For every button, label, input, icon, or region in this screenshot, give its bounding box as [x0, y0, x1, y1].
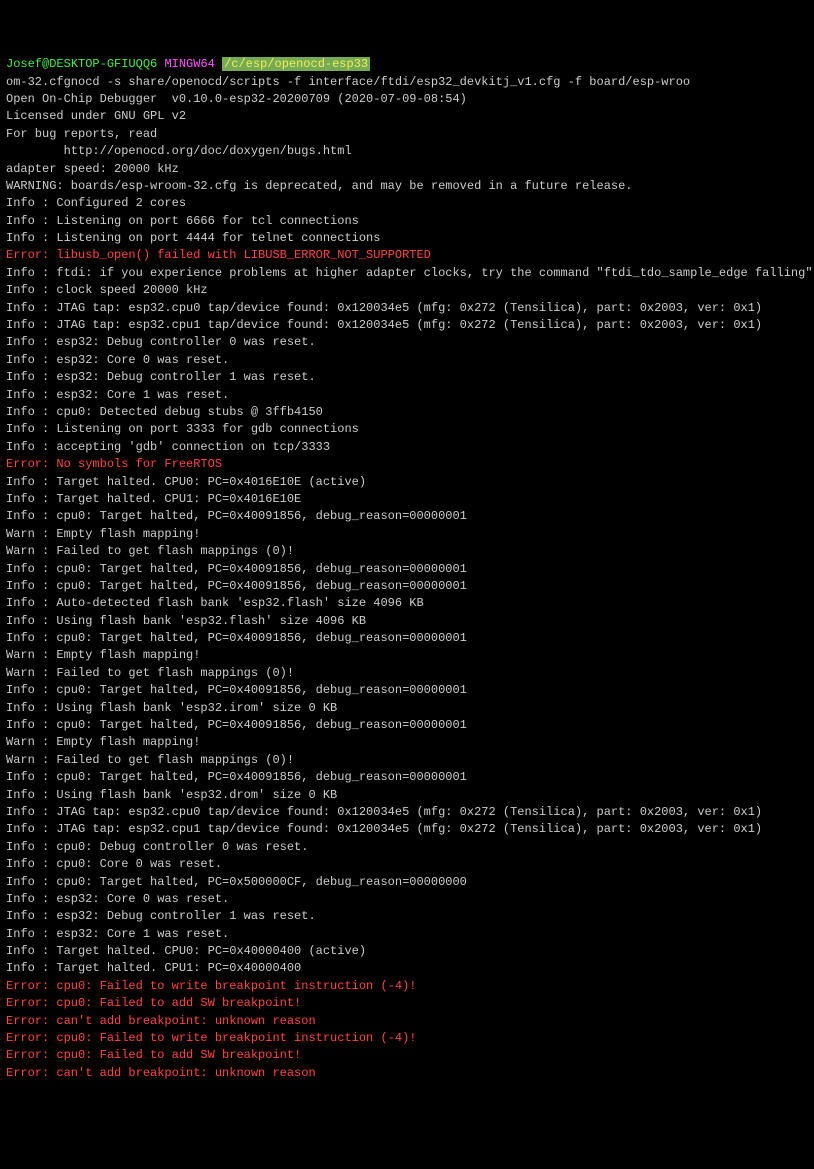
log-line: Info : cpu0: Target halted, PC=0x4009185…: [6, 717, 808, 734]
log-line: Info : Using flash bank 'esp32.drom' siz…: [6, 787, 808, 804]
header-line: Licensed under GNU GPL v2: [6, 108, 808, 125]
log-line: Info : JTAG tap: esp32.cpu0 tap/device f…: [6, 804, 808, 821]
log-prefix: Error: cpu0: Failed to add SW breakpoint…: [6, 1048, 301, 1062]
log-line: Info : JTAG tap: esp32.cpu1 tap/device f…: [6, 317, 808, 334]
log-line: Info : cpu0: Target halted, PC=0x500000C…: [6, 874, 808, 891]
log-prefix: Error: can't add breakpoint: unknown rea…: [6, 1066, 316, 1080]
log-line: Info : esp32: Core 0 was reset.: [6, 891, 808, 908]
log-line: Info : Configured 2 cores: [6, 195, 808, 212]
log-line: Warn : Empty flash mapping!: [6, 526, 808, 543]
log-prefix: Error: cpu0: Failed to write breakpoint …: [6, 1031, 416, 1045]
log-line: Info : Listening on port 4444 for telnet…: [6, 230, 808, 247]
prompt-path: /c/esp/openocd-esp33: [222, 57, 370, 71]
log-line: Info : Target halted. CPU0: PC=0x4016E10…: [6, 474, 808, 491]
header-line: Open On-Chip Debugger v0.10.0-esp32-2020…: [6, 91, 808, 108]
log-line: Info : JTAG tap: esp32.cpu0 tap/device f…: [6, 300, 808, 317]
log-line: Info : esp32: Core 1 was reset.: [6, 387, 808, 404]
log-line: Warn : Failed to get flash mappings (0)!: [6, 752, 808, 769]
log-line: Info : clock speed 20000 kHz: [6, 282, 808, 299]
header-line: For bug reports, read: [6, 126, 808, 143]
log-line: Info : Listening on port 6666 for tcl co…: [6, 213, 808, 230]
log-line: Info : Auto-detected flash bank 'esp32.f…: [6, 595, 808, 612]
log-line: Warn : Failed to get flash mappings (0)!: [6, 543, 808, 560]
prompt-line: Josef@DESKTOP-GFIUQQ6 MINGW64 /c/esp/ope…: [6, 56, 808, 73]
log-error-line: Error: cpu0: Failed to write breakpoint …: [6, 978, 808, 995]
command-line: om-32.cfgnocd -s share/openocd/scripts -…: [6, 74, 808, 91]
log-line: Warn : Empty flash mapping!: [6, 647, 808, 664]
log-line: Info : Target halted. CPU0: PC=0x4000040…: [6, 943, 808, 960]
log-line: Info : JTAG tap: esp32.cpu1 tap/device f…: [6, 821, 808, 838]
header-line: http://openocd.org/doc/doxygen/bugs.html: [6, 143, 808, 160]
log-prefix: Error: cpu0: Failed to add SW breakpoint…: [6, 996, 301, 1010]
log-error-line: Error: No symbols for FreeRTOS: [6, 456, 808, 473]
warning-line: WARNING: boards/esp-wroom-32.cfg is depr…: [6, 178, 808, 195]
log-error-line: Error: can't add breakpoint: unknown rea…: [6, 1065, 808, 1082]
log-line: Info : ftdi: if you experience problems …: [6, 265, 808, 282]
log-line: Info : esp32: Debug controller 1 was res…: [6, 369, 808, 386]
log-line: Info : cpu0: Target halted, PC=0x4009185…: [6, 630, 808, 647]
log-line: Info : cpu0: Detected debug stubs @ 3ffb…: [6, 404, 808, 421]
log-prefix: Error: cpu0: Failed to write breakpoint …: [6, 979, 416, 993]
log-line: Info : esp32: Core 1 was reset.: [6, 926, 808, 943]
log-line: Info : cpu0: Core 0 was reset.: [6, 856, 808, 873]
log-prefix: Error: No symbols for FreeRTOS: [6, 457, 222, 471]
log-line: Info : Listening on port 3333 for gdb co…: [6, 421, 808, 438]
log-line: Info : cpu0: Target halted, PC=0x4009185…: [6, 561, 808, 578]
log-line: Info : Target halted. CPU1: PC=0x4016E10…: [6, 491, 808, 508]
terminal-output[interactable]: Josef@DESKTOP-GFIUQQ6 MINGW64 /c/esp/ope…: [6, 56, 808, 1082]
log-prefix: Error: libusb_open() failed with LIBUSB_…: [6, 248, 431, 262]
prompt-user: Josef@DESKTOP-GFIUQQ6: [6, 57, 157, 71]
log-line: Info : accepting 'gdb' connection on tcp…: [6, 439, 808, 456]
log-line: Info : Using flash bank 'esp32.irom' siz…: [6, 700, 808, 717]
prompt-shell: MINGW64: [164, 57, 214, 71]
log-error-line: Error: can't add breakpoint: unknown rea…: [6, 1013, 808, 1030]
log-error-line: Error: libusb_open() failed with LIBUSB_…: [6, 247, 808, 264]
log-line: Info : esp32: Debug controller 1 was res…: [6, 908, 808, 925]
log-prefix: Error: can't add breakpoint: unknown rea…: [6, 1014, 316, 1028]
log-line: Info : esp32: Debug controller 0 was res…: [6, 334, 808, 351]
log-line: Info : esp32: Core 0 was reset.: [6, 352, 808, 369]
log-error-line: Error: cpu0: Failed to add SW breakpoint…: [6, 995, 808, 1012]
log-line: Warn : Failed to get flash mappings (0)!: [6, 665, 808, 682]
log-line: Info : Using flash bank 'esp32.flash' si…: [6, 613, 808, 630]
log-line: Info : cpu0: Target halted, PC=0x4009185…: [6, 682, 808, 699]
log-line: Info : Target halted. CPU1: PC=0x4000040…: [6, 960, 808, 977]
log-line: Info : cpu0: Debug controller 0 was rese…: [6, 839, 808, 856]
log-line: Info : cpu0: Target halted, PC=0x4009185…: [6, 578, 808, 595]
log-error-line: Error: cpu0: Failed to add SW breakpoint…: [6, 1047, 808, 1064]
log-line: Info : cpu0: Target halted, PC=0x4009185…: [6, 769, 808, 786]
log-error-line: Error: cpu0: Failed to write breakpoint …: [6, 1030, 808, 1047]
log-line: Info : cpu0: Target halted, PC=0x4009185…: [6, 508, 808, 525]
log-line: Warn : Empty flash mapping!: [6, 734, 808, 751]
header-line: adapter speed: 20000 kHz: [6, 161, 808, 178]
